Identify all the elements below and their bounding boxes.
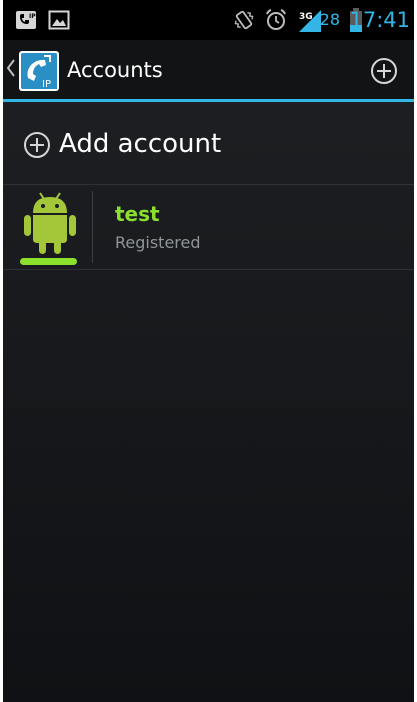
add-account-label: Add account — [59, 129, 222, 159]
page-title: Accounts — [67, 58, 163, 82]
registration-status-indicator — [20, 258, 77, 265]
status-bar: IP 3G 28 17:41 — [3, 0, 414, 40]
svg-text:3G: 3G — [299, 12, 313, 22]
add-account-row[interactable]: Add account — [3, 102, 414, 184]
image-icon — [48, 10, 70, 30]
account-name: test — [115, 202, 160, 226]
svg-text:IP: IP — [29, 13, 36, 20]
clock: 17:41 — [349, 8, 410, 32]
vertical-divider — [92, 191, 93, 263]
account-status: Registered — [115, 233, 201, 252]
svg-text:IP: IP — [42, 79, 51, 90]
alarm-icon — [266, 9, 286, 30]
account-list-item[interactable]: test Registered — [3, 185, 414, 269]
list-divider — [3, 269, 414, 270]
screen: IP 3G 28 17:41 IP Accounts Add account t… — [3, 0, 414, 702]
vibrate-icon — [234, 10, 254, 30]
action-bar — [3, 40, 414, 99]
add-account-action-button[interactable] — [370, 57, 398, 85]
android-icon — [24, 192, 76, 254]
battery-level-text: 28 — [319, 10, 340, 29]
sip-notification-icon: IP — [16, 11, 36, 29]
csipsimple-app-icon[interactable]: IP — [19, 51, 59, 91]
chevron-left-icon[interactable] — [6, 58, 16, 78]
plus-circle-icon — [24, 132, 50, 158]
